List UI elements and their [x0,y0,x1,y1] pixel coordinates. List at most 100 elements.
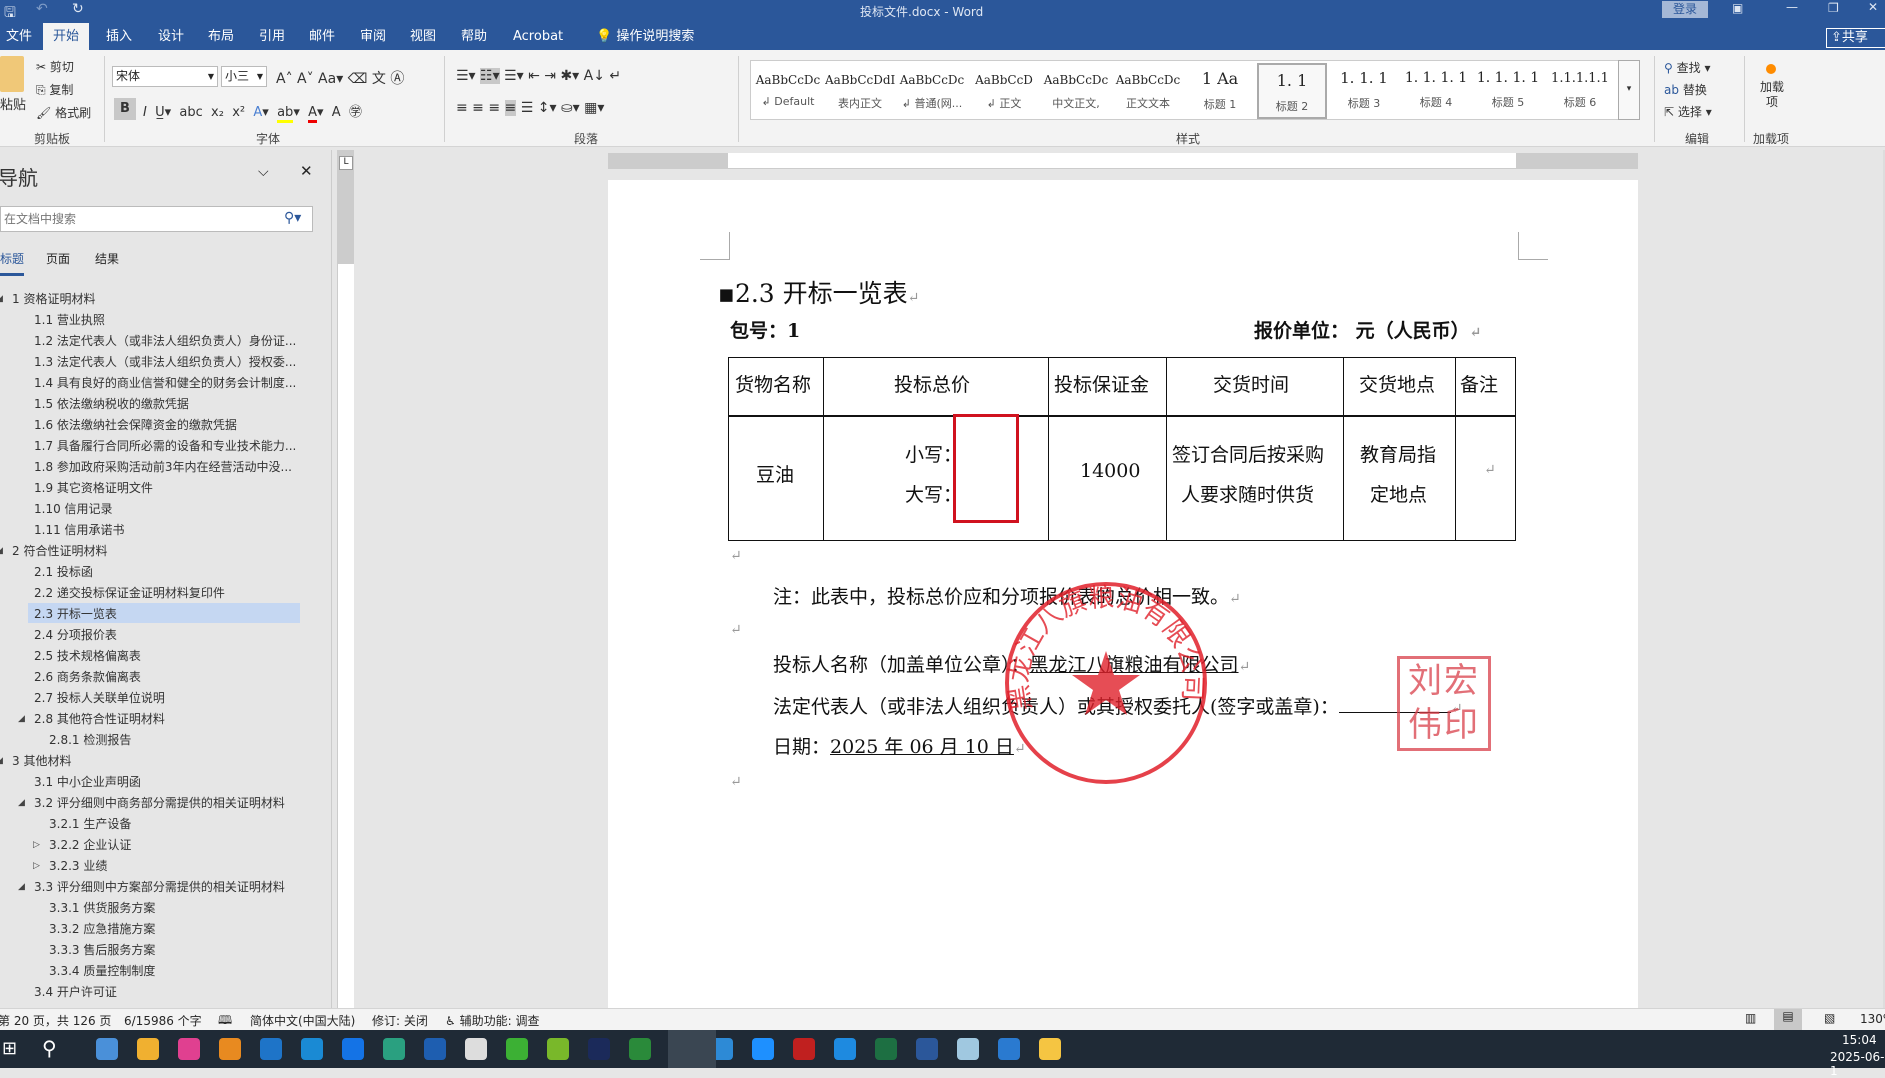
collapse-icon[interactable]: ◢ [18,882,25,892]
taskbar-app-icon[interactable] [752,1038,774,1060]
nav-heading-item[interactable]: 2.1 投标函 [34,562,93,582]
nav-heading-item[interactable]: 2.7 投标人关联单位说明 [34,688,165,708]
nav-heading-item[interactable]: 1.8 参加政府采购活动前3年内在经营活动中没... [34,457,292,477]
collapse-icon[interactable]: ◢ [0,756,3,766]
language[interactable]: 简体中文(中国大陆) [250,1012,355,1029]
nav-search-input[interactable] [0,206,313,232]
nav-heading-item[interactable]: 1.10 信用记录 [34,499,113,519]
nav-heading-item[interactable]: 3.3.2 应急措施方案 [49,919,155,939]
style-item[interactable]: AaBbCcDc 中文正文, [1041,63,1111,119]
tab-layout[interactable]: 布局 [198,23,244,50]
nav-tab-headings[interactable]: 标题 [0,250,25,276]
addins-button[interactable]: 加载项 [1760,80,1784,110]
nav-heading-item[interactable]: 1.5 依法缴纳税收的缴款凭据 [34,394,189,414]
zoom-level[interactable]: 130% [1860,1012,1885,1026]
style-item[interactable]: AaBbCcD ↲ 正文 [969,63,1039,119]
style-item[interactable]: 1.1.1.1.1 标题 6 [1545,63,1615,119]
taskbar-app-icon[interactable] [137,1038,159,1060]
style-item[interactable]: 1 Aa 标题 1 [1185,63,1255,119]
ribbon-display-icon[interactable]: ▣ [1732,1,1743,15]
nav-heading-item[interactable]: 2.5 技术规格偏离表 [34,646,141,666]
nav-heading-item[interactable]: 2.6 商务条款偏离表 [34,667,141,687]
taskbar-app-icon[interactable] [424,1038,446,1060]
accessibility-status[interactable]: ♿ 辅助功能: 调查 [445,1012,539,1029]
nav-heading-item[interactable]: 1.7 具备履行合同所必需的设备和专业技术能力... [34,436,296,456]
taskbar-app-icon[interactable] [178,1038,200,1060]
nav-heading-item[interactable]: 2.8 其他符合性证明材料 [34,709,165,729]
nav-heading-item[interactable]: 3.3.3 售后服务方案 [49,940,155,960]
cell-delivery-place-2[interactable]: 定地点 [1370,480,1427,507]
collapse-icon[interactable]: ◢ [0,294,3,304]
format-painter-button[interactable]: 🖌 格式刷 [36,104,91,121]
nav-heading-item[interactable]: 2.2 递交投标保证金证明材料复印件 [34,583,225,603]
taskbar-app-icon[interactable] [383,1038,405,1060]
cell-delivery-time-1[interactable]: 签订合同后按采购 [1172,440,1324,467]
style-item-selected[interactable]: 1. 1 标题 2 [1257,63,1327,119]
nav-heading-item[interactable]: 1.9 其它资格证明文件 [34,478,153,498]
replace-button[interactable]: ab 替换 [1664,81,1707,98]
nav-heading-item[interactable]: 1.3 法定代表人（或非法人组织负责人）授权委... [34,352,296,372]
taskbar-app-icon[interactable] [834,1038,856,1060]
paste-icon[interactable] [0,56,24,92]
tab-selector[interactable]: L [339,156,353,170]
restore-button[interactable]: ❐ [1828,1,1839,15]
clock-time[interactable]: 15:04 [1842,1033,1877,1047]
tab-view[interactable]: 视图 [400,23,446,50]
font-size-select[interactable]: 小三 ▼ [221,66,267,87]
undo-icon[interactable]: ↶ [36,1,48,17]
style-item[interactable]: 1. 1. 1. 1 标题 4 [1401,63,1471,119]
login-button[interactable]: 登录 [1662,1,1708,18]
expand-icon[interactable]: ▷ [33,840,40,850]
date-value[interactable]: 2025 年 06 月 10 日 [830,736,1014,758]
track-changes-status[interactable]: 修订: 关闭 [372,1012,428,1029]
minimize-button[interactable]: — [1786,0,1798,14]
tab-help[interactable]: 帮助 [451,23,497,50]
nav-heading-item[interactable]: 2.8.1 检测报告 [49,730,131,750]
cell-remarks[interactable]: ↵ [1484,462,1496,478]
nav-heading-item[interactable]: 3.2.3 业绩 [49,856,107,876]
taskbar-app-icon[interactable] [916,1038,938,1060]
redo-icon[interactable]: ↻ [72,1,84,17]
nav-heading-item[interactable]: 1.6 依法缴纳社会保障资金的缴款凭据 [34,415,237,435]
taskbar-app-icon[interactable] [301,1038,323,1060]
taskbar-app-icon[interactable] [1039,1038,1061,1060]
cell-goods-name[interactable]: 豆油 [756,460,794,487]
cut-button[interactable]: ✂ 剪切 [36,58,74,75]
collapse-icon[interactable]: ◢ [18,798,25,808]
select-button[interactable]: ⇱ 选择 ▾ [1664,103,1712,120]
nav-heading-item[interactable]: 1.4 具有良好的商业信誉和健全的财务会计制度... [34,373,296,393]
nav-heading-item[interactable]: 1.11 信用承诺书 [34,520,125,540]
close-button[interactable]: ✕ [1868,0,1878,14]
search-icon[interactable]: ⚲ [42,1036,57,1060]
nav-heading-item[interactable]: 3.4 开户许可证 [34,982,117,1002]
nav-heading-item[interactable]: 3 其他材料 [12,751,71,771]
taskbar-app-icon[interactable] [260,1038,282,1060]
alignment-buttons[interactable]: ≡ ≡ ≡ ≡ ☰ ↕▾ ⛀▾ ▦▾ [456,100,604,116]
nav-heading-item[interactable]: 1 资格证明材料 [12,289,95,309]
find-button[interactable]: ⚲ 查找 ▾ [1664,59,1710,76]
chevron-down-icon[interactable]: ⌵ [258,164,269,180]
list-buttons[interactable]: ☰▾ ☷▾ ☰▾ ⇤ ⇥ ✱▾ A↓ ↵ [456,68,621,84]
tab-home[interactable]: 开始 [43,23,90,50]
style-item[interactable]: 1. 1. 1 标题 3 [1329,63,1399,119]
taskbar-app-icon[interactable] [998,1038,1020,1060]
taskbar-app-icon[interactable] [957,1038,979,1060]
style-item[interactable]: 1. 1. 1. 1 标题 5 [1473,63,1543,119]
style-item[interactable]: AaBbCcDc ↲ 普通(网... [897,63,967,119]
collapse-icon[interactable]: ◢ [18,714,25,724]
cell-deposit[interactable]: 14000 [1080,460,1140,482]
page-count[interactable]: 第 20 页，共 126 页 [0,1012,111,1029]
font-name-select[interactable]: 宋体 ▼ [112,66,218,87]
tell-me-search[interactable]: 💡 操作说明搜索 [586,23,704,50]
nav-tab-pages[interactable]: 页面 [46,250,70,267]
style-item[interactable]: AaBbCcDc 正文文本 [1113,63,1183,119]
tab-acrobat[interactable]: Acrobat [503,23,573,50]
taskbar-app-icon[interactable] [219,1038,241,1060]
vertical-ruler[interactable] [337,150,354,1008]
tab-mailings[interactable]: 邮件 [299,23,345,50]
nav-heading-item[interactable]: 2 符合性证明材料 [12,541,107,561]
tab-review[interactable]: 审阅 [350,23,396,50]
taskbar-app-icon[interactable] [465,1038,487,1060]
grow-font-icon[interactable]: A˄ A˅ Aa▾ ⌫ 文 Ⓐ [276,68,404,88]
nav-heading-item[interactable]: 2.4 分项报价表 [34,625,117,645]
